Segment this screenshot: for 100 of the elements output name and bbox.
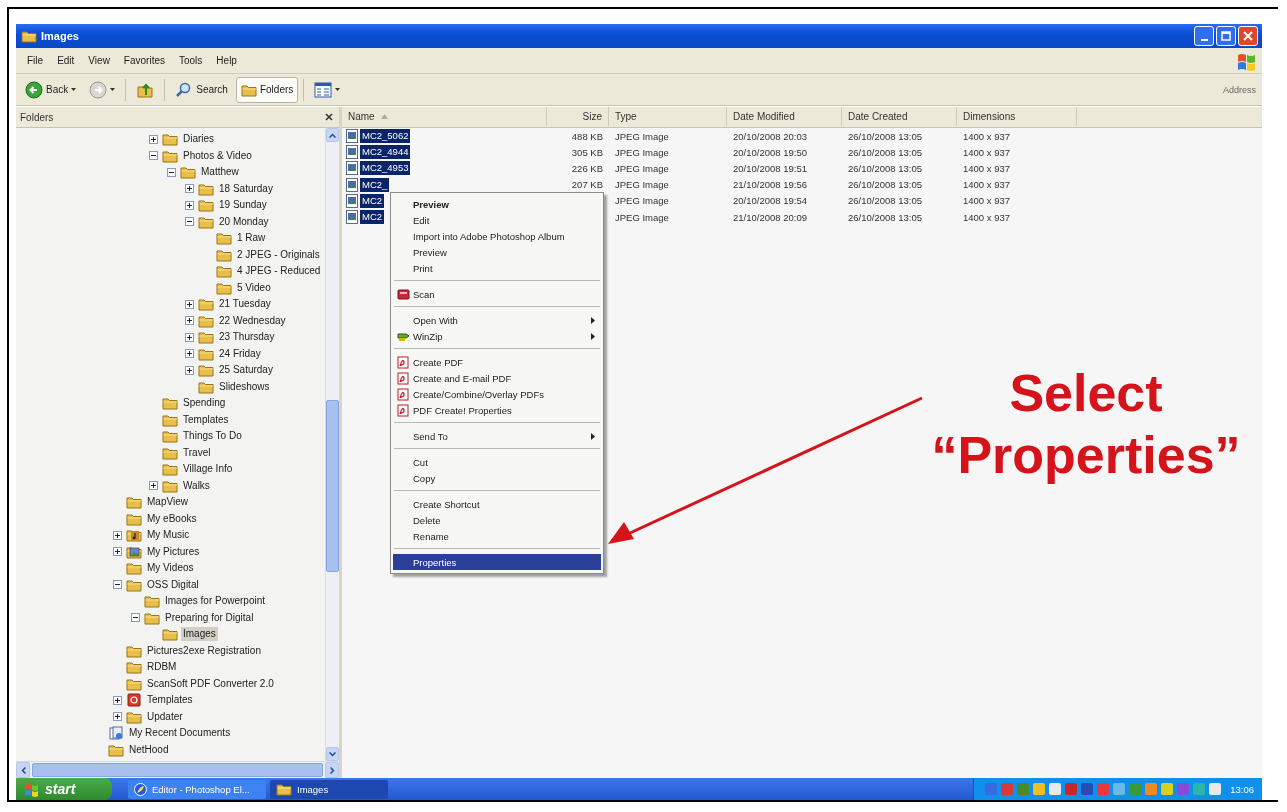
minimize-button[interactable] — [1194, 26, 1214, 46]
menu-item[interactable]: View — [81, 53, 117, 68]
expand-icon[interactable] — [185, 332, 194, 342]
column-header[interactable]: Name — [342, 107, 547, 126]
tree-item[interactable]: My Videos — [145, 561, 196, 576]
collapse-icon[interactable] — [167, 167, 176, 177]
menu-item[interactable]: Copy — [393, 470, 601, 486]
file-name[interactable]: MC2_5062 — [360, 129, 411, 144]
menu-item[interactable]: Preview — [393, 244, 601, 260]
column-header[interactable]: Date Created — [842, 107, 957, 126]
tree-item[interactable]: Walks — [181, 478, 212, 493]
menu-item[interactable]: Rename — [393, 528, 601, 544]
tree-item[interactable]: 21 Tuesday — [217, 297, 273, 312]
tree-item[interactable]: Images for Powerpoint — [163, 594, 268, 609]
tree-item[interactable]: 19 Sunday — [217, 198, 269, 213]
tree-item[interactable]: ScanSoft PDF Converter 2.0 — [145, 676, 276, 691]
menu-item[interactable]: Create PDF — [393, 354, 601, 370]
menu-item[interactable]: Create Shortcut — [393, 496, 601, 512]
tree-item[interactable]: Village Info — [181, 462, 235, 477]
expand-icon[interactable] — [149, 481, 158, 491]
menu-item[interactable]: File — [20, 53, 51, 68]
tree-item[interactable]: Preparing for Digital — [163, 610, 256, 625]
tree-item[interactable]: My Pictures — [145, 544, 202, 559]
back-button[interactable]: Back — [20, 76, 82, 103]
taskbar-button[interactable]: Images — [270, 779, 388, 799]
tree-item[interactable]: MapView — [145, 495, 190, 510]
tree-item[interactable]: Images — [181, 627, 218, 642]
menu-item[interactable]: Delete — [393, 512, 601, 528]
tree-item[interactable]: Pictures2exe Registration — [145, 643, 263, 658]
expand-icon[interactable] — [185, 184, 194, 194]
tree-item[interactable]: Travel — [181, 445, 213, 460]
expand-icon[interactable] — [185, 365, 194, 375]
start-button[interactable]: start — [16, 778, 112, 800]
collapse-icon[interactable] — [149, 151, 158, 161]
file-name[interactable]: MC2 — [360, 193, 385, 208]
menu-item[interactable]: Send To — [393, 428, 601, 444]
scroll-up-button[interactable] — [326, 128, 339, 142]
expand-icon[interactable] — [113, 712, 122, 722]
column-header[interactable]: Type — [609, 107, 727, 126]
tree-item[interactable]: My Recent Documents — [127, 726, 233, 741]
expand-icon[interactable] — [185, 316, 194, 326]
expand-icon[interactable] — [113, 547, 122, 557]
tree-item[interactable]: 2 JPEG - Originals — [235, 247, 322, 262]
column-header[interactable]: Size — [547, 107, 609, 126]
tree-item[interactable]: Templates — [145, 693, 195, 708]
tree-item[interactable]: My Music — [145, 528, 192, 543]
tree-item[interactable]: 5 Video — [235, 280, 273, 295]
menu-item[interactable]: Create/Combine/Overlay PDFs — [393, 386, 601, 402]
collapse-icon[interactable] — [185, 217, 194, 227]
tree-item[interactable]: Photos & Video — [181, 148, 254, 163]
search-button[interactable]: Search — [170, 76, 233, 103]
tree-item[interactable]: Slideshows — [217, 379, 272, 394]
tree-item[interactable]: OSS Digital — [145, 577, 201, 592]
scroll-left-button[interactable] — [16, 762, 30, 778]
tree-item[interactable]: 4 JPEG - Reduced — [235, 264, 323, 279]
menu-item[interactable]: Cut — [393, 454, 601, 470]
expand-icon[interactable] — [185, 200, 194, 210]
file-name[interactable]: MC2_4944 — [360, 145, 411, 160]
menu-item[interactable]: PDF Create! Properties — [393, 402, 601, 418]
menu-item[interactable]: Properties — [393, 554, 601, 570]
expand-icon[interactable] — [185, 349, 194, 359]
file-name[interactable]: MC2_4953 — [360, 161, 411, 176]
scrollbar-thumb[interactable] — [32, 763, 323, 777]
collapse-icon[interactable] — [131, 613, 140, 623]
collapse-icon[interactable] — [113, 580, 122, 590]
tree-item[interactable]: 1 Raw — [235, 231, 268, 246]
column-header[interactable]: Date Modified — [727, 107, 842, 126]
menu-item[interactable]: Favorites — [116, 53, 172, 68]
tree-item[interactable]: NetHood — [127, 742, 171, 757]
tree-item[interactable]: Things To Do — [181, 429, 244, 444]
scroll-right-button[interactable] — [325, 762, 339, 778]
menu-item[interactable]: Preview — [393, 196, 601, 212]
tree-item[interactable]: RDBM — [145, 660, 179, 675]
expand-icon[interactable] — [185, 299, 194, 309]
expand-icon[interactable] — [113, 695, 122, 705]
menu-item[interactable]: Edit — [393, 212, 601, 228]
tree-item[interactable]: 25 Saturday — [217, 363, 275, 378]
maximize-button[interactable] — [1216, 26, 1236, 46]
taskbar-button[interactable]: Editor - Photoshop El... — [128, 779, 266, 799]
close-pane-button[interactable] — [325, 113, 333, 121]
tree-item[interactable]: 24 Friday — [217, 346, 263, 361]
file-name[interactable]: MC2_ — [360, 177, 390, 192]
tree-item[interactable]: Diaries — [181, 132, 217, 147]
scrollbar-thumb[interactable] — [326, 400, 339, 572]
menu-item[interactable]: Help — [209, 53, 244, 68]
tree-item[interactable]: Spending — [181, 396, 228, 411]
folders-button[interactable]: Folders — [235, 76, 299, 103]
tree-item[interactable]: 22 Wednesday — [217, 313, 288, 328]
tree-item[interactable]: Updater — [145, 709, 185, 724]
menu-item[interactable]: Scan — [393, 286, 601, 302]
tree-item[interactable]: Templates — [181, 412, 231, 427]
column-header[interactable]: Dimensions — [957, 107, 1077, 126]
tree-item[interactable]: 20 Monday — [217, 214, 271, 229]
menu-item[interactable]: Create and E-mail PDF — [393, 370, 601, 386]
close-button[interactable] — [1238, 26, 1258, 46]
tree-item[interactable]: My eBooks — [145, 511, 199, 526]
tree-item[interactable]: Matthew — [199, 165, 241, 180]
tree-item[interactable]: 23 Thursday — [217, 330, 277, 345]
menu-item[interactable]: Import into Adobe Photoshop Album — [393, 228, 601, 244]
menu-item[interactable]: WinZip — [393, 328, 601, 344]
